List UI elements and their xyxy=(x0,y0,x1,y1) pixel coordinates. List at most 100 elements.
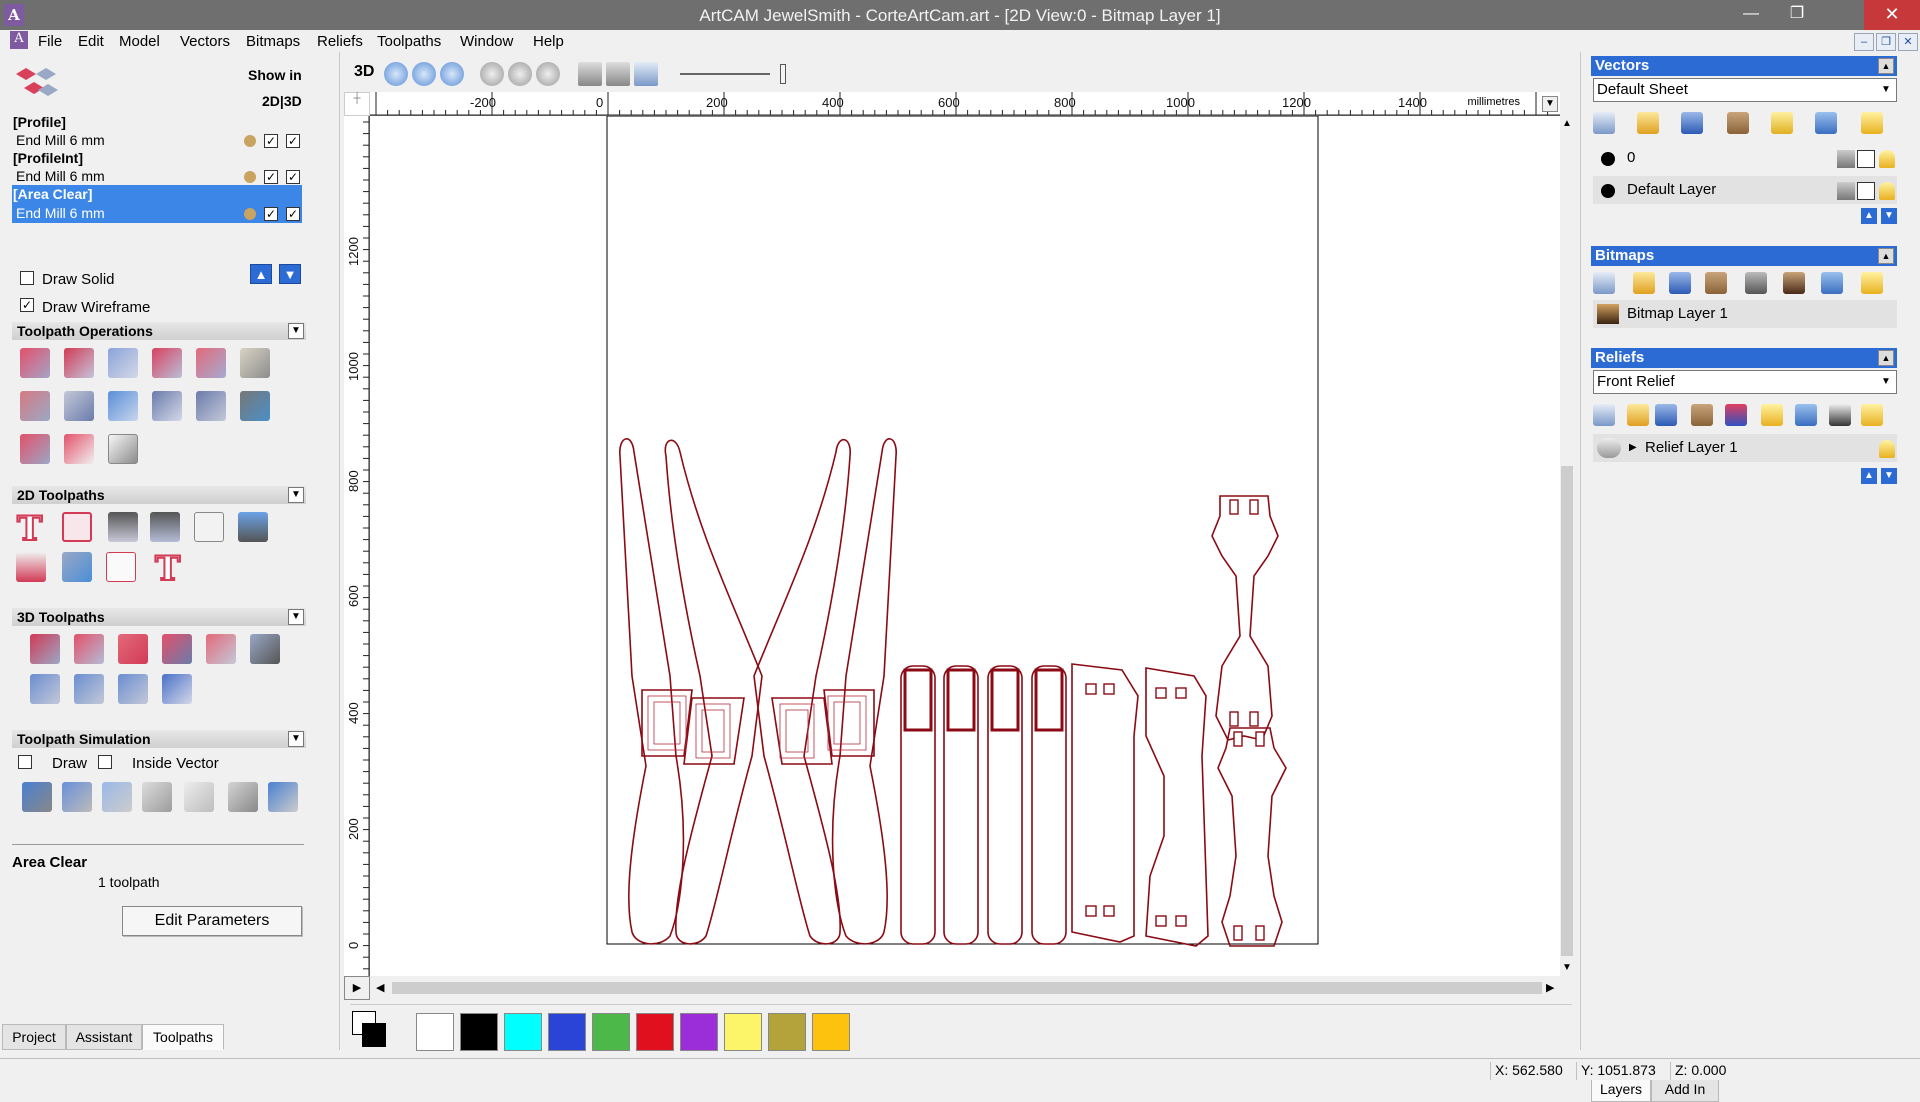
vector-layer-row[interactable]: 0 xyxy=(1593,144,1897,172)
rotary-toolpath-icon[interactable] xyxy=(238,389,272,423)
relief-select[interactable]: Front Relief ▼ xyxy=(1593,370,1897,394)
nesting-icon[interactable] xyxy=(62,432,96,466)
color-swatch[interactable] xyxy=(592,1013,630,1051)
relief-layer-row[interactable]: ▶ Relief Layer 1 xyxy=(1593,434,1897,462)
color-swatch[interactable] xyxy=(768,1013,806,1051)
simulation-reset-icon[interactable] xyxy=(182,780,216,814)
color-swatch[interactable] xyxy=(416,1013,454,1051)
tab-toolpaths[interactable]: Toolpaths xyxy=(142,1024,224,1050)
tool-database-icon[interactable] xyxy=(106,389,140,423)
relief-visible-icon[interactable] xyxy=(1861,404,1883,426)
expand-triangle-icon[interactable]: ▶ xyxy=(1629,434,1637,462)
edit-icon[interactable] xyxy=(1857,182,1875,200)
section-toolpath-operations[interactable]: Toolpath Operations ▼ xyxy=(12,322,306,340)
ruler-corner[interactable]: ┼ xyxy=(344,92,370,116)
3d-toolpath-b-icon[interactable] xyxy=(72,672,106,706)
rest-machining-icon[interactable] xyxy=(116,632,150,666)
3d-view-button[interactable]: 3D xyxy=(354,63,374,81)
reliefs-header[interactable]: Reliefs ▲ xyxy=(1591,348,1897,368)
layer-move-down-icon[interactable]: ▼ xyxy=(1881,208,1897,224)
zoom-slider-track[interactable] xyxy=(680,73,770,75)
scroll-right-icon[interactable]: ▶ xyxy=(1546,981,1554,994)
feature-relief-icon[interactable] xyxy=(204,632,238,666)
show-2d-checkbox[interactable]: ✓ xyxy=(264,134,278,148)
visibility-bulb-icon[interactable] xyxy=(1879,150,1895,168)
menu-file[interactable]: File xyxy=(38,33,62,50)
vertical-scrollbar[interactable]: ▲ ▼ xyxy=(1560,116,1574,976)
tab-assistant[interactable]: Assistant xyxy=(66,1024,142,1050)
collapse-icon[interactable]: ▲ xyxy=(1878,350,1894,366)
menu-vectors[interactable]: Vectors xyxy=(180,33,230,50)
primary-secondary-color-icon[interactable] xyxy=(352,1011,386,1049)
toolpath-merge-icon[interactable] xyxy=(194,346,228,380)
horizontal-scrollbar[interactable]: ◀ ▶ xyxy=(370,976,1560,1000)
visibility-bulb-icon[interactable] xyxy=(1879,440,1895,458)
snap-icon[interactable] xyxy=(578,62,602,86)
color-swatch[interactable] xyxy=(812,1013,850,1051)
all-layers-visible-icon[interactable] xyxy=(1861,112,1883,134)
color-swatch[interactable] xyxy=(724,1013,762,1051)
simulation-save-icon[interactable] xyxy=(226,780,260,814)
toolpath-transform-icon[interactable] xyxy=(194,389,228,423)
relief-grayscale-icon[interactable] xyxy=(1829,404,1851,426)
bitmaps-header[interactable]: Bitmaps ▲ xyxy=(1591,246,1897,266)
3d-finishing-icon[interactable] xyxy=(160,632,194,666)
collapse-icon[interactable]: ▼ xyxy=(288,487,304,503)
edit-icon[interactable] xyxy=(1857,150,1875,168)
visibility-bulb-icon[interactable] xyxy=(1879,182,1895,200)
drilling-toolpath-icon[interactable] xyxy=(106,510,140,544)
mdi-close-button[interactable]: ✕ xyxy=(1898,33,1918,51)
feature-machining-icon[interactable] xyxy=(148,510,182,544)
menu-toolpaths[interactable]: Toolpaths xyxy=(377,33,441,50)
relief-move-up-icon[interactable]: ▲ xyxy=(1861,468,1877,484)
vector-sheet-select[interactable]: Default Sheet ▼ xyxy=(1593,78,1897,102)
material-setup-icon[interactable] xyxy=(62,389,96,423)
move-down-button[interactable]: ▼ xyxy=(279,264,301,284)
color-swatch[interactable] xyxy=(460,1013,498,1051)
bitmap-visible-icon[interactable] xyxy=(1861,272,1883,294)
smart-engraving-icon[interactable] xyxy=(104,550,138,584)
move-up-button[interactable]: ▲ xyxy=(250,264,272,284)
area-clear-toolpath-icon[interactable] xyxy=(60,510,94,544)
vertical-scroll-thumb[interactable] xyxy=(1561,466,1573,956)
z-level-roughing-icon[interactable] xyxy=(72,632,106,666)
draw-wireframe-checkbox[interactable]: ✓ xyxy=(20,298,34,312)
open-bitmap-icon[interactable] xyxy=(1633,272,1655,294)
horizontal-scroll-thumb[interactable] xyxy=(392,982,1542,994)
save-layer-icon[interactable] xyxy=(1681,112,1703,134)
show-2d-checkbox[interactable]: ✓ xyxy=(264,207,278,221)
layer-color-icon[interactable] xyxy=(1601,152,1615,166)
3d-toolpath-rotary-icon[interactable] xyxy=(160,672,194,706)
3d-toolpath-a-icon[interactable] xyxy=(28,672,62,706)
toolpath-edit-icon[interactable] xyxy=(150,346,184,380)
new-layer-icon[interactable] xyxy=(1593,112,1615,134)
collapse-icon[interactable]: ▼ xyxy=(288,731,304,747)
lock-icon[interactable] xyxy=(1837,182,1855,200)
layer-move-up-icon[interactable]: ▲ xyxy=(1861,208,1877,224)
section-2d-toolpaths[interactable]: 2D Toolpaths ▼ xyxy=(12,486,306,504)
minimize-button[interactable]: — xyxy=(1728,0,1774,30)
open-layer-icon[interactable] xyxy=(1637,112,1659,134)
section-toolpath-simulation[interactable]: Toolpath Simulation ▼ xyxy=(12,730,306,748)
zoom-in-icon[interactable] xyxy=(384,62,408,86)
collapse-icon[interactable]: ▼ xyxy=(288,323,304,339)
pan-icon[interactable] xyxy=(634,62,658,86)
machine-relief-icon[interactable] xyxy=(28,632,62,666)
tab-project[interactable]: Project xyxy=(2,1024,66,1050)
menu-window[interactable]: Window xyxy=(460,33,513,50)
toolpath-row-selected[interactable]: End Mill 6 mm ✓ ✓ xyxy=(12,204,302,223)
collapse-icon[interactable]: ▲ xyxy=(1878,58,1894,74)
color-swatch[interactable] xyxy=(636,1013,674,1051)
fluting-toolpath-icon[interactable]: T xyxy=(152,548,186,590)
menu-edit[interactable]: Edit xyxy=(78,33,104,50)
vectors-header[interactable]: Vectors ▲ xyxy=(1591,56,1897,76)
3d-toolpath-c-icon[interactable] xyxy=(116,672,150,706)
zoom-selection-icon[interactable] xyxy=(508,62,532,86)
add-toolpath-icon[interactable] xyxy=(18,432,52,466)
delete-relief-icon[interactable] xyxy=(1795,404,1817,426)
layer-color-icon[interactable] xyxy=(1601,184,1615,198)
show-3d-checkbox[interactable]: ✓ xyxy=(286,134,300,148)
save-relief-icon[interactable] xyxy=(1655,404,1677,426)
scroll-down-icon[interactable]: ▼ xyxy=(1562,962,1572,973)
profile-toolpath-icon[interactable]: T xyxy=(14,508,48,550)
